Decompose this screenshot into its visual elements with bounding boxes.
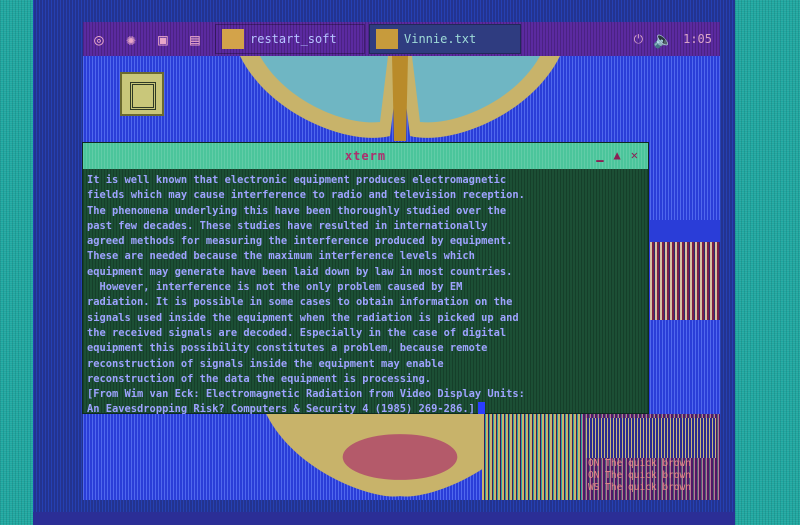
terminal-line: fields which may cause interference to r…	[87, 189, 525, 202]
text-cursor	[477, 402, 485, 415]
window-pane	[482, 414, 582, 500]
terminal-line: However, interference is not the only pr…	[87, 281, 463, 294]
task-label: restart_soft	[250, 32, 337, 46]
terminal-line: [From Wim van Eck: Electromagnetic Radia…	[87, 388, 525, 401]
terminal-line: past few decades. These studies have res…	[87, 219, 488, 232]
terminal-line: signals used inside the equipment when t…	[87, 311, 519, 324]
terminal-line: reconstruction of signals inside the equ…	[87, 357, 444, 370]
terminal-window[interactable]: xterm ▁ ▲ ✕ It is well known that electr…	[82, 142, 649, 415]
task-label: Vinnie.txt	[404, 32, 477, 46]
terminal-line: agreed methods for measuring the interfe…	[87, 235, 513, 248]
power-icon[interactable]: ⏻	[634, 32, 644, 47]
app-icon[interactable]: ◎	[86, 26, 112, 52]
taskbar: ◎ ✺ ▣ ▤ restart_soft Vinnie.txt ⏻ 🔈 1:05	[83, 22, 720, 56]
terminal-icon[interactable]: ▣	[150, 26, 176, 52]
terminal-line: equipment this possibility constitutes a…	[87, 342, 488, 355]
speaker-icon[interactable]: 🔈	[653, 30, 673, 49]
clock[interactable]: 1:05	[683, 32, 712, 46]
firefox-icon[interactable]: ✺	[118, 26, 144, 52]
font-sample-line: WS The quick brown	[588, 482, 691, 493]
task-restart[interactable]: restart_soft	[215, 24, 365, 54]
terminal-line: It is well known that electronic equipme…	[87, 174, 507, 186]
monitor-bezel-bottom	[33, 512, 735, 525]
task-vinnie[interactable]: Vinnie.txt	[369, 24, 521, 54]
window-pane	[586, 418, 716, 458]
terminal-line: reconstruction of the data the equipment…	[87, 372, 432, 385]
terminal-line: the received signals are decoded. Especi…	[87, 326, 507, 339]
terminal-line: An Eavesdropping Risk? Computers & Secur…	[87, 403, 475, 416]
terminal-line: radiation. It is possible in some cases …	[87, 296, 513, 309]
butterfly-wallpaper-art	[240, 56, 560, 141]
font-sample-line: ON The quick brown	[588, 458, 691, 469]
window-titlebar[interactable]	[650, 220, 720, 242]
text-file-icon	[376, 29, 398, 49]
minimize-icon[interactable]: ▁	[596, 148, 603, 162]
terminal-text-area[interactable]: It is well known that electronic equipme…	[83, 169, 648, 418]
terminal-line: These are needed because the maximum int…	[87, 250, 475, 263]
background-window[interactable]	[650, 220, 720, 320]
window-titlebar[interactable]: xterm ▁ ▲ ✕	[83, 143, 648, 169]
font-sample-text: ON The quick brown ON The quick brown WS T…	[588, 458, 691, 494]
terminal-line: The phenomena underlying this have been …	[87, 204, 507, 217]
maximize-icon[interactable]: ▲	[614, 148, 621, 162]
system-tray: ⏻ 🔈 1:05	[634, 30, 720, 49]
window-title: xterm	[344, 149, 387, 163]
close-icon[interactable]: ✕	[631, 148, 638, 162]
window-controls: ▁ ▲ ✕	[596, 148, 638, 162]
font-sample-line: ON The quick brown	[588, 470, 691, 481]
document-icon	[222, 29, 244, 49]
background-window-bottom[interactable]: ON The quick brown ON The quick brown WS T…	[482, 414, 720, 500]
desktop-file-icon[interactable]	[120, 72, 164, 116]
terminal-line: equipment may generate have been laid do…	[87, 265, 513, 278]
display-icon[interactable]: ▤	[182, 26, 208, 52]
